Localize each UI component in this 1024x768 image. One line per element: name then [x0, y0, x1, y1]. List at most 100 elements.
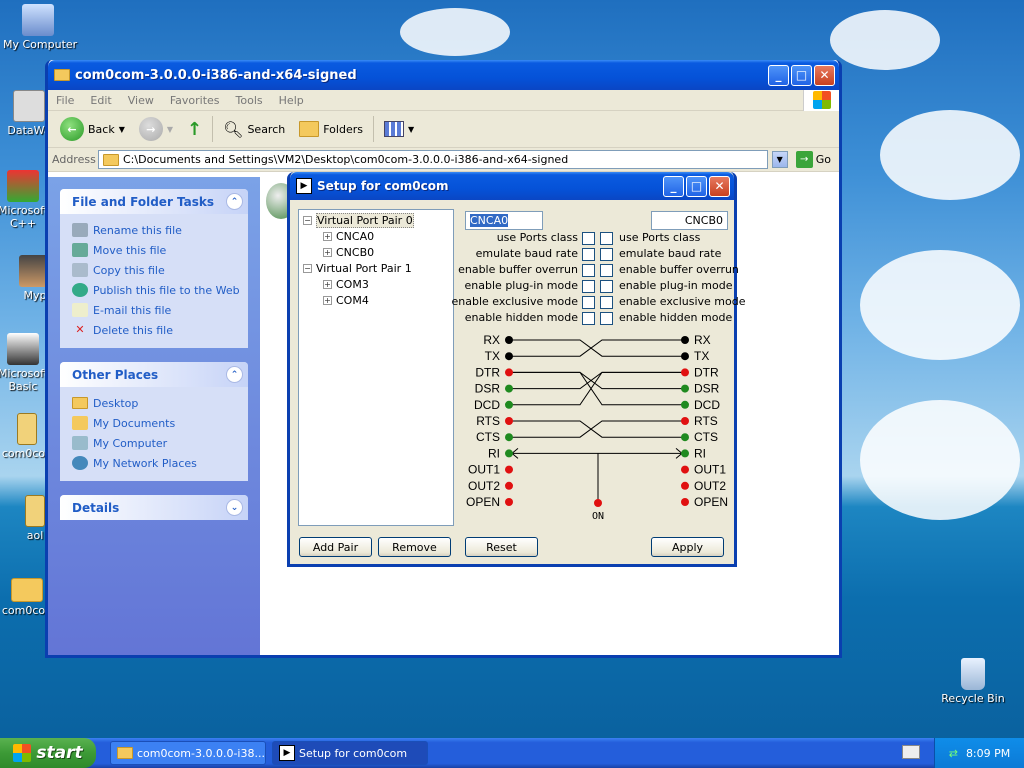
- maximize-button[interactable]: □: [686, 175, 707, 197]
- forward-button[interactable]: → ▼: [135, 117, 177, 141]
- toolbar-separator: [372, 116, 374, 142]
- expand-chevron-icon[interactable]: ⌄: [226, 499, 243, 516]
- up-folder-button[interactable]: ↑: [183, 119, 206, 140]
- chevron-down-icon: ▼: [407, 124, 415, 134]
- option-checkbox-b[interactable]: [600, 296, 613, 309]
- back-button[interactable]: ← Back ▼: [56, 117, 129, 141]
- option-checkbox-a[interactable]: [582, 264, 595, 277]
- menu-view[interactable]: View: [120, 94, 162, 107]
- option-checkbox-a[interactable]: [582, 296, 595, 309]
- signal-wire: [509, 339, 685, 357]
- search-label: Search: [247, 122, 286, 136]
- collapse-chevron-icon[interactable]: ⌃: [226, 366, 243, 383]
- address-value: C:\Documents and Settings\VM2\Desktop\co…: [123, 153, 569, 166]
- place-my-documents[interactable]: My Documents: [72, 413, 238, 433]
- menu-tools[interactable]: Tools: [228, 94, 271, 107]
- signal-label-right: TX: [694, 349, 709, 363]
- maximize-button[interactable]: □: [791, 64, 812, 86]
- views-button[interactable]: ▼: [380, 121, 418, 137]
- menu-help[interactable]: Help: [271, 94, 312, 107]
- apply-button[interactable]: Apply: [651, 537, 724, 557]
- signal-label-left: DTR: [475, 365, 500, 379]
- search-button[interactable]: 🔍︎ Search: [219, 120, 289, 139]
- task-label: Publish this file to the Web: [93, 283, 240, 297]
- place-my-computer[interactable]: My Computer: [72, 433, 238, 453]
- signal-label-left: RTS: [476, 414, 500, 428]
- go-button[interactable]: → Go: [792, 151, 835, 168]
- task-publish[interactable]: Publish this file to the Web: [72, 280, 240, 300]
- signal-wire: [509, 339, 685, 357]
- other-places-header[interactable]: Other Places ⌃: [60, 362, 248, 387]
- option-row: emulate baud rate emulate baud rate: [290, 247, 740, 263]
- computer-icon: [72, 436, 88, 450]
- place-desktop[interactable]: Desktop: [72, 393, 238, 413]
- explorer-titlebar[interactable]: com0com-3.0.0.0-i386-and-x64-signed _ □ …: [48, 60, 839, 90]
- task-rename[interactable]: Rename this file: [72, 220, 238, 240]
- network-tray-icon[interactable]: ⇄: [949, 747, 958, 760]
- option-checkbox-a[interactable]: [582, 280, 595, 293]
- menu-favorites[interactable]: Favorites: [162, 94, 228, 107]
- details-header[interactable]: Details ⌄: [60, 495, 248, 520]
- other-places-title: Other Places: [72, 367, 159, 382]
- add-pair-button[interactable]: Add Pair: [299, 537, 372, 557]
- task-copy[interactable]: Copy this file: [72, 260, 238, 280]
- folders-button[interactable]: Folders: [295, 121, 367, 137]
- windows-flag-icon: [13, 744, 32, 762]
- folder-icon: [11, 578, 43, 602]
- menu-file[interactable]: File: [48, 94, 82, 107]
- signal-label-left: OUT1: [468, 463, 500, 477]
- task-delete[interactable]: ✕ Delete this file: [72, 320, 238, 340]
- option-checkbox-a[interactable]: [582, 312, 595, 325]
- remove-button[interactable]: Remove: [378, 537, 451, 557]
- copy-icon: [72, 263, 88, 277]
- zip-icon: [17, 413, 37, 445]
- desktop-icon-recycle-bin[interactable]: Recycle Bin: [938, 658, 1008, 705]
- option-label-b: enable buffer overrun: [619, 263, 739, 276]
- close-button[interactable]: ✕: [709, 175, 730, 197]
- signal-wire: [509, 420, 685, 438]
- move-icon: [72, 243, 88, 257]
- port-b-name-input[interactable]: CNCB0: [651, 211, 728, 230]
- option-label-a: enable plug-in mode: [464, 279, 578, 292]
- option-checkbox-a[interactable]: [582, 248, 595, 261]
- tree-node-pair-0[interactable]: − Virtual Port Pair 0: [303, 212, 449, 228]
- option-checkbox-b[interactable]: [600, 232, 613, 245]
- task-move[interactable]: Move this file: [72, 240, 238, 260]
- option-checkbox-b[interactable]: [600, 248, 613, 261]
- signal-dot-left: [505, 384, 513, 393]
- place-network[interactable]: My Network Places: [72, 453, 238, 473]
- signal-diagram: ON RX TX DTR DSR DCD RTS CTS RI OUT1 OUT2 OPEN RX TX D…: [466, 333, 728, 522]
- dialog-titlebar[interactable]: ▶ Setup for com0com _ □ ✕: [290, 172, 734, 200]
- taskbar-item-setup[interactable]: ▶ Setup for com0com: [272, 741, 428, 765]
- close-button[interactable]: ✕: [814, 64, 835, 86]
- go-arrow-icon: →: [795, 151, 813, 168]
- option-checkbox-b[interactable]: [600, 264, 613, 277]
- collapse-chevron-icon[interactable]: ⌃: [226, 193, 243, 210]
- taskbar-item-explorer[interactable]: com0com-3.0.0.0-i38...: [110, 741, 266, 765]
- keyboard-icon[interactable]: [902, 745, 920, 759]
- delete-icon: ✕: [75, 323, 85, 336]
- option-label-b: emulate baud rate: [619, 247, 722, 260]
- option-checkbox-b[interactable]: [600, 312, 613, 325]
- address-dropdown-button[interactable]: ▼: [771, 151, 788, 168]
- desktop-icon-my-computer[interactable]: My Computer: [3, 4, 78, 51]
- minimize-button[interactable]: _: [768, 64, 789, 86]
- port-b-name: CNCB0: [684, 214, 723, 227]
- start-button[interactable]: start: [0, 738, 96, 768]
- chevron-down-icon: ▼: [166, 124, 174, 134]
- minimize-button[interactable]: _: [663, 175, 684, 197]
- option-checkbox-b[interactable]: [600, 280, 613, 293]
- task-email[interactable]: E-mail this file: [72, 300, 238, 320]
- option-label-a: emulate baud rate: [475, 247, 578, 260]
- menu-edit[interactable]: Edit: [82, 94, 119, 107]
- task-pane: File and Folder Tasks ⌃ Rename this file…: [48, 177, 260, 655]
- collapse-icon[interactable]: −: [303, 215, 312, 225]
- file-tasks-header[interactable]: File and Folder Tasks ⌃: [60, 189, 248, 214]
- port-a-name-input[interactable]: CNCA0: [465, 211, 543, 230]
- desktop-icon-label: My Computer: [3, 38, 78, 51]
- address-input[interactable]: C:\Documents and Settings\VM2\Desktop\co…: [98, 150, 768, 169]
- forward-arrow-icon: →: [138, 117, 163, 141]
- reset-button[interactable]: Reset: [465, 537, 538, 557]
- back-label: Back: [88, 122, 115, 136]
- option-checkbox-a[interactable]: [582, 232, 595, 245]
